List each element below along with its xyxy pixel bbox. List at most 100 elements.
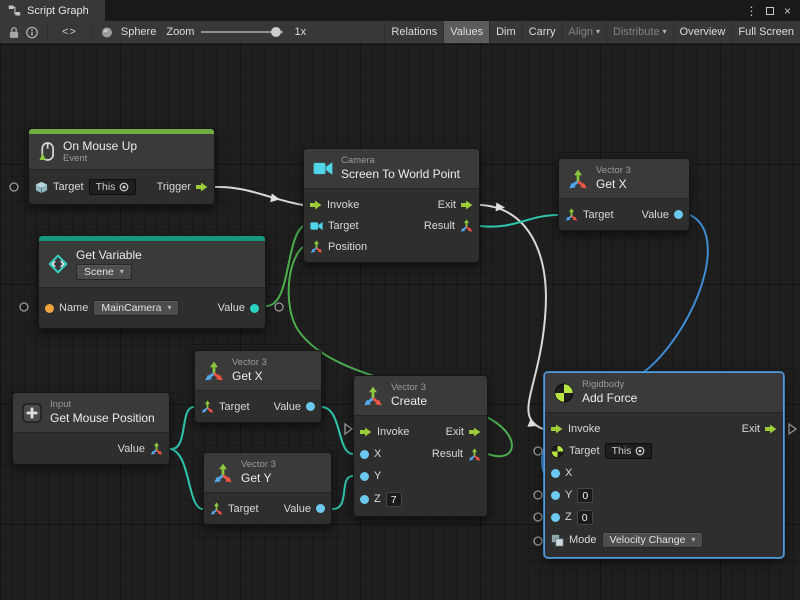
vector3-port-icon[interactable] — [565, 208, 578, 221]
float-input-port[interactable] — [551, 513, 560, 522]
vector3-icon — [213, 463, 233, 483]
input-icon — [22, 403, 42, 423]
code-view-button[interactable]: <> — [54, 26, 85, 38]
wire-mouse-to-gety[interactable] — [170, 449, 203, 509]
tab-script-graph[interactable]: Script Graph — [0, 0, 105, 21]
port-label-exit: Exit — [446, 426, 464, 438]
float-output-port[interactable] — [316, 504, 325, 513]
flow-output-port[interactable] — [765, 424, 777, 434]
mode-select[interactable]: Velocity Change ▾ — [602, 532, 704, 548]
node-get-y[interactable]: Vector 3 Get Y Target Value — [203, 452, 332, 525]
float-input-port[interactable] — [551, 491, 560, 500]
script-graph-window: Script Graph ⋮ × <> Sphere Zoom 1x Relat… — [0, 0, 800, 600]
float-input-port[interactable] — [360, 472, 369, 481]
toolbar-button-fullscreen[interactable]: Full Screen — [731, 21, 800, 43]
rigidbody-port-icon[interactable] — [551, 445, 564, 458]
float-input-port[interactable] — [360, 495, 369, 504]
variable-name-select[interactable]: MainCamera ▾ — [93, 300, 179, 316]
port-label-y: Y — [374, 470, 381, 482]
toolbar-button-align[interactable]: Align ▾ — [562, 21, 606, 43]
node-get-x-upper[interactable]: Vector 3 Get X Target Value — [558, 158, 690, 231]
vector3-port-icon[interactable] — [310, 240, 323, 253]
toolbar-button-dim[interactable]: Dim — [489, 21, 522, 43]
chevron-down-icon: ▾ — [663, 28, 667, 36]
port-label-result: Result — [432, 448, 463, 460]
vector3-port-icon[interactable] — [150, 442, 163, 455]
wire-camera-exit-to-addforce-invoke[interactable] — [480, 205, 546, 429]
maximize-icon[interactable] — [762, 3, 777, 18]
y-value-field[interactable]: 0 — [577, 488, 593, 503]
z-value-field[interactable]: 0 — [577, 510, 593, 525]
vector3-port-icon[interactable] — [460, 219, 473, 232]
port-label-y: Y — [565, 489, 572, 501]
camera-icon — [313, 161, 333, 176]
flow-output-port[interactable] — [196, 182, 208, 192]
port-label-target: Target — [219, 401, 250, 413]
node-on-mouse-up[interactable]: On Mouse Up Event Target This Tri — [28, 128, 215, 205]
target-this-chip[interactable]: This — [605, 443, 653, 459]
vector3-port-icon[interactable] — [468, 448, 481, 461]
flow-output-port[interactable] — [469, 427, 481, 437]
float-input-port[interactable] — [551, 469, 560, 478]
node-category: Vector 3 — [391, 383, 427, 393]
enum-port-icon[interactable] — [551, 534, 564, 547]
toolbar-button-distribute[interactable]: Distribute ▾ — [606, 21, 672, 43]
float-output-port[interactable] — [674, 210, 683, 219]
graph-canvas[interactable]: On Mouse Up Event Target This Tri — [0, 44, 800, 600]
camera-port-icon[interactable] — [310, 221, 323, 231]
node-get-x-lower[interactable]: Vector 3 Get X Target Value — [194, 350, 322, 423]
float-input-port[interactable] — [360, 450, 369, 459]
select-value: Scene — [84, 266, 114, 278]
wire-variable-to-camera-target[interactable] — [266, 226, 303, 306]
zoom-slider[interactable] — [201, 25, 287, 39]
flow-input-port[interactable] — [551, 424, 563, 434]
string-port[interactable] — [45, 304, 54, 313]
node-category: Vector 3 — [241, 460, 276, 470]
toolbar-button-carry[interactable]: Carry — [522, 21, 562, 43]
node-add-force[interactable]: Rigidbody Add Force Invoke Exit — [544, 372, 784, 558]
lock-icon[interactable] — [5, 23, 23, 41]
zoom-label: Zoom — [161, 26, 199, 38]
port-label-result: Result — [424, 220, 455, 232]
info-icon[interactable] — [23, 23, 41, 41]
toolbar-button-overview[interactable]: Overview — [673, 21, 732, 43]
graph-toolbar: <> Sphere Zoom 1x Relations Values Dim C… — [0, 21, 800, 44]
node-title: Get Variable — [76, 248, 142, 262]
vector3-port-icon[interactable] — [210, 502, 223, 515]
target-this-chip[interactable]: This — [89, 179, 137, 195]
port-label-invoke: Invoke — [377, 426, 409, 438]
chip-label: This — [612, 445, 632, 457]
close-icon[interactable]: × — [780, 3, 795, 18]
chevron-down-icon: ▾ — [691, 536, 695, 544]
flow-input-port[interactable] — [360, 427, 372, 437]
port-label-z: Z — [565, 511, 572, 523]
wire-getx-to-create-x[interactable] — [322, 407, 353, 454]
chevron-down-icon: ▾ — [167, 304, 171, 312]
z-value-field[interactable]: 7 — [386, 492, 402, 507]
wire-mouse-to-getx[interactable] — [170, 407, 194, 449]
node-title: Get Mouse Position — [50, 411, 155, 425]
float-output-port[interactable] — [306, 402, 315, 411]
node-category: Camera — [341, 156, 460, 166]
kebab-menu-icon[interactable]: ⋮ — [744, 3, 759, 18]
node-title: Get X — [596, 177, 631, 191]
vector3-port-icon[interactable] — [201, 400, 214, 413]
flow-output-port[interactable] — [461, 200, 473, 210]
wire-gety-to-create-y[interactable] — [332, 476, 353, 509]
port-label-exit: Exit — [438, 199, 456, 211]
value-output-port[interactable] — [250, 304, 259, 313]
variable-scope-select[interactable]: Scene ▾ — [76, 264, 132, 280]
tab-bar: Script Graph ⋮ × — [0, 0, 800, 21]
node-screen-to-world-point[interactable]: Camera Screen To World Point Invoke Exit — [303, 148, 480, 263]
node-get-variable[interactable]: Get Variable Scene ▾ Name MainCamera ▾ — [38, 235, 266, 329]
toolbar-button-values[interactable]: Values — [443, 21, 489, 43]
zoom-slider-knob[interactable] — [271, 27, 281, 37]
node-get-mouse-position[interactable]: Input Get Mouse Position Value — [12, 392, 170, 465]
flow-input-port[interactable] — [310, 200, 322, 210]
chevron-down-icon: ▾ — [120, 268, 124, 276]
wire-trigger-to-camera-invoke[interactable] — [215, 187, 303, 205]
node-create-vector3[interactable]: Vector 3 Create Invoke Exit — [353, 375, 488, 517]
port-label-x: X — [565, 467, 572, 479]
port-label-trigger: Trigger — [157, 181, 191, 193]
toolbar-button-relations[interactable]: Relations — [384, 21, 443, 43]
